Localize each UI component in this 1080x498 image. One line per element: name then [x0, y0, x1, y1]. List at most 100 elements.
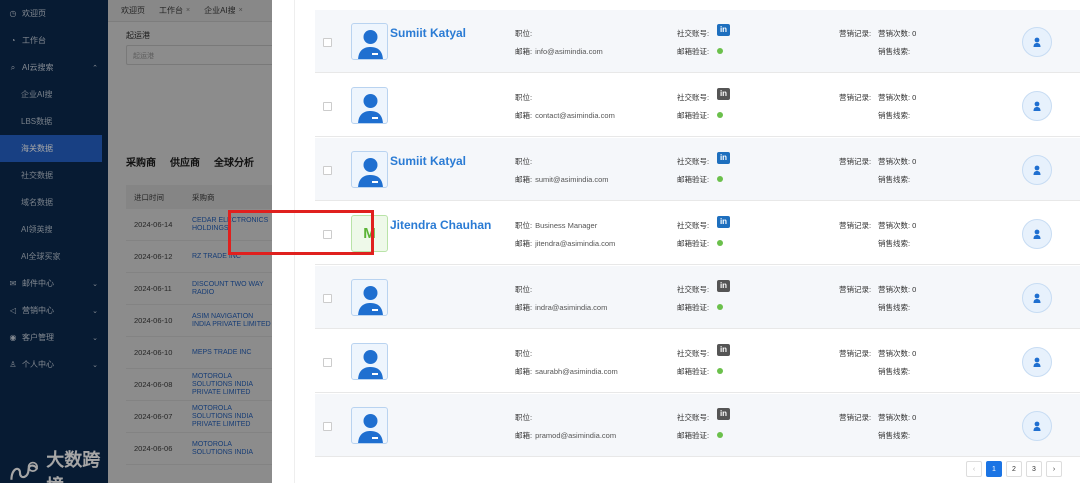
contacts-list: Sumiit Katyal 职位: 邮箱: info@asimindia.com 社交账…: [294, 0, 1080, 483]
social-label: 社交账号:: [677, 157, 710, 166]
social-label: 社交账号:: [677, 221, 710, 230]
verified-status-icon: [717, 112, 723, 118]
verified-status-icon: [717, 48, 723, 54]
person-avatar-icon: [351, 279, 388, 316]
email-value: saurabh@asimindia.com: [535, 367, 618, 376]
person-pin-icon: [1033, 357, 1041, 367]
contact-name[interactable]: Sumiit Katyal: [390, 154, 466, 168]
sales-lead-label: 销售线索:: [878, 431, 911, 440]
prev-page-button[interactable]: ‹: [966, 461, 982, 477]
position-field: 职位:: [515, 156, 535, 167]
marketing-count: 营销次数: 0: [878, 29, 917, 38]
email-value: pramod@asimindia.com: [535, 431, 617, 440]
row-checkbox[interactable]: [323, 102, 332, 111]
modal-overlay-left: [0, 0, 108, 483]
email-field: 邮箱: sumit@asimindia.com: [515, 174, 609, 185]
person-avatar-icon: [351, 87, 388, 124]
page-2-button[interactable]: 2: [1006, 461, 1022, 477]
marketing-count: 营销次数: 0: [878, 157, 917, 166]
contact-row: M Jitendra Chauhan 职位: Business Manager 邮箱: j…: [315, 202, 1080, 265]
linkedin-icon[interactable]: in: [717, 280, 730, 292]
marketing-count: 营销次数: 0: [878, 349, 917, 358]
linkedin-icon[interactable]: in: [717, 24, 730, 36]
position-label: 职位:: [515, 285, 533, 294]
row-checkbox[interactable]: [323, 38, 332, 47]
person-avatar-icon: [351, 407, 388, 444]
position-label: 职位:: [515, 93, 533, 102]
email-field: 邮箱: pramod@asimindia.com: [515, 430, 616, 441]
contact-name[interactable]: Sumiit Katyal: [390, 26, 466, 40]
email-value: sumit@asimindia.com: [535, 175, 609, 184]
position-field: 职位:: [515, 348, 535, 359]
linkedin-icon[interactable]: in: [717, 152, 730, 164]
email-verify-label: 邮箱验证:: [677, 303, 710, 312]
contacts-drawer: Sumiit Katyal 职位: 邮箱: info@asimindia.com 社交账…: [272, 0, 1080, 483]
position-label: 职位:: [515, 221, 533, 230]
row-checkbox[interactable]: [323, 166, 332, 175]
marketing-count: 营销次数: 0: [878, 93, 917, 102]
email-label: 邮箱:: [515, 175, 533, 184]
email-value: info@asimindia.com: [535, 47, 603, 56]
verified-status-icon: [717, 304, 723, 310]
contact-row: 职位: 邮箱: contact@asimindia.com 社交账号: in 邮箱验证: 营…: [315, 74, 1080, 137]
contact-row: Sumiit Katyal 职位: 邮箱: sumit@asimindia.com 社交…: [315, 138, 1080, 201]
marketing-record-label: 营销记录:: [839, 221, 872, 230]
email-label: 邮箱:: [515, 303, 533, 312]
marketing-count: 营销次数: 0: [878, 285, 917, 294]
row-checkbox[interactable]: [323, 422, 332, 431]
contact-action-button[interactable]: [1022, 219, 1052, 249]
email-value: jitendra@asimindia.com: [535, 239, 616, 248]
email-verify-label: 邮箱验证:: [677, 431, 710, 440]
position-field: 职位:: [515, 92, 535, 103]
email-verify-label: 邮箱验证:: [677, 367, 710, 376]
contact-action-button[interactable]: [1022, 347, 1052, 377]
linkedin-icon[interactable]: in: [717, 216, 730, 228]
linkedin-icon[interactable]: in: [717, 408, 730, 420]
email-verify-label: 邮箱验证:: [677, 47, 710, 56]
position-label: 职位:: [515, 413, 533, 422]
contact-action-button[interactable]: [1022, 283, 1052, 313]
email-label: 邮箱:: [515, 47, 533, 56]
email-field: 邮箱: saurabh@asimindia.com: [515, 366, 618, 377]
sales-lead-label: 销售线索:: [878, 47, 911, 56]
sales-lead-label: 销售线索:: [878, 303, 911, 312]
contact-row: 职位: 邮箱: saurabh@asimindia.com 社交账号: in 邮箱验证: 营…: [315, 330, 1080, 393]
linkedin-icon[interactable]: in: [717, 344, 730, 356]
email-value: indra@asimindia.com: [535, 303, 608, 312]
row-checkbox[interactable]: [323, 294, 332, 303]
contact-action-button[interactable]: [1022, 155, 1052, 185]
email-label: 邮箱:: [515, 431, 533, 440]
email-verify-label: 邮箱验证:: [677, 239, 710, 248]
linkedin-icon[interactable]: in: [717, 88, 730, 100]
email-label: 邮箱:: [515, 367, 533, 376]
marketing-record-label: 营销记录:: [839, 285, 872, 294]
marketing-count: 营销次数: 0: [878, 413, 917, 422]
contact-action-button[interactable]: [1022, 91, 1052, 121]
contact-name[interactable]: Jitendra Chauhan: [390, 218, 491, 232]
social-label: 社交账号:: [677, 93, 710, 102]
page-1-button[interactable]: 1: [986, 461, 1002, 477]
social-label: 社交账号:: [677, 29, 710, 38]
row-checkbox[interactable]: [323, 358, 332, 367]
email-label: 邮箱:: [515, 239, 533, 248]
verified-status-icon: [717, 176, 723, 182]
next-page-button[interactable]: ›: [1046, 461, 1062, 477]
email-field: 邮箱: contact@asimindia.com: [515, 110, 615, 121]
page-3-button[interactable]: 3: [1026, 461, 1042, 477]
contact-action-button[interactable]: [1022, 27, 1052, 57]
contact-action-button[interactable]: [1022, 411, 1052, 441]
person-pin-icon: [1033, 165, 1041, 175]
person-avatar-icon: [351, 343, 388, 380]
person-pin-icon: [1033, 37, 1041, 47]
contact-row: Sumiit Katyal 职位: 邮箱: info@asimindia.com 社交账…: [315, 10, 1080, 73]
sales-lead-label: 销售线索:: [878, 367, 911, 376]
marketing-record-label: 营销记录:: [839, 157, 872, 166]
pagination: ‹ 1 2 3 ›: [966, 461, 1062, 477]
position-field: 职位:: [515, 284, 535, 295]
contact-row: 职位: 邮箱: pramod@asimindia.com 社交账号: in 邮箱验证: 营销…: [315, 394, 1080, 457]
sales-lead-label: 销售线索:: [878, 239, 911, 248]
verified-status-icon: [717, 240, 723, 246]
email-value: contact@asimindia.com: [535, 111, 615, 120]
marketing-count: 营销次数: 0: [878, 221, 917, 230]
contact-row: 职位: 邮箱: indra@asimindia.com 社交账号: in 邮箱验证: 营销记…: [315, 266, 1080, 329]
